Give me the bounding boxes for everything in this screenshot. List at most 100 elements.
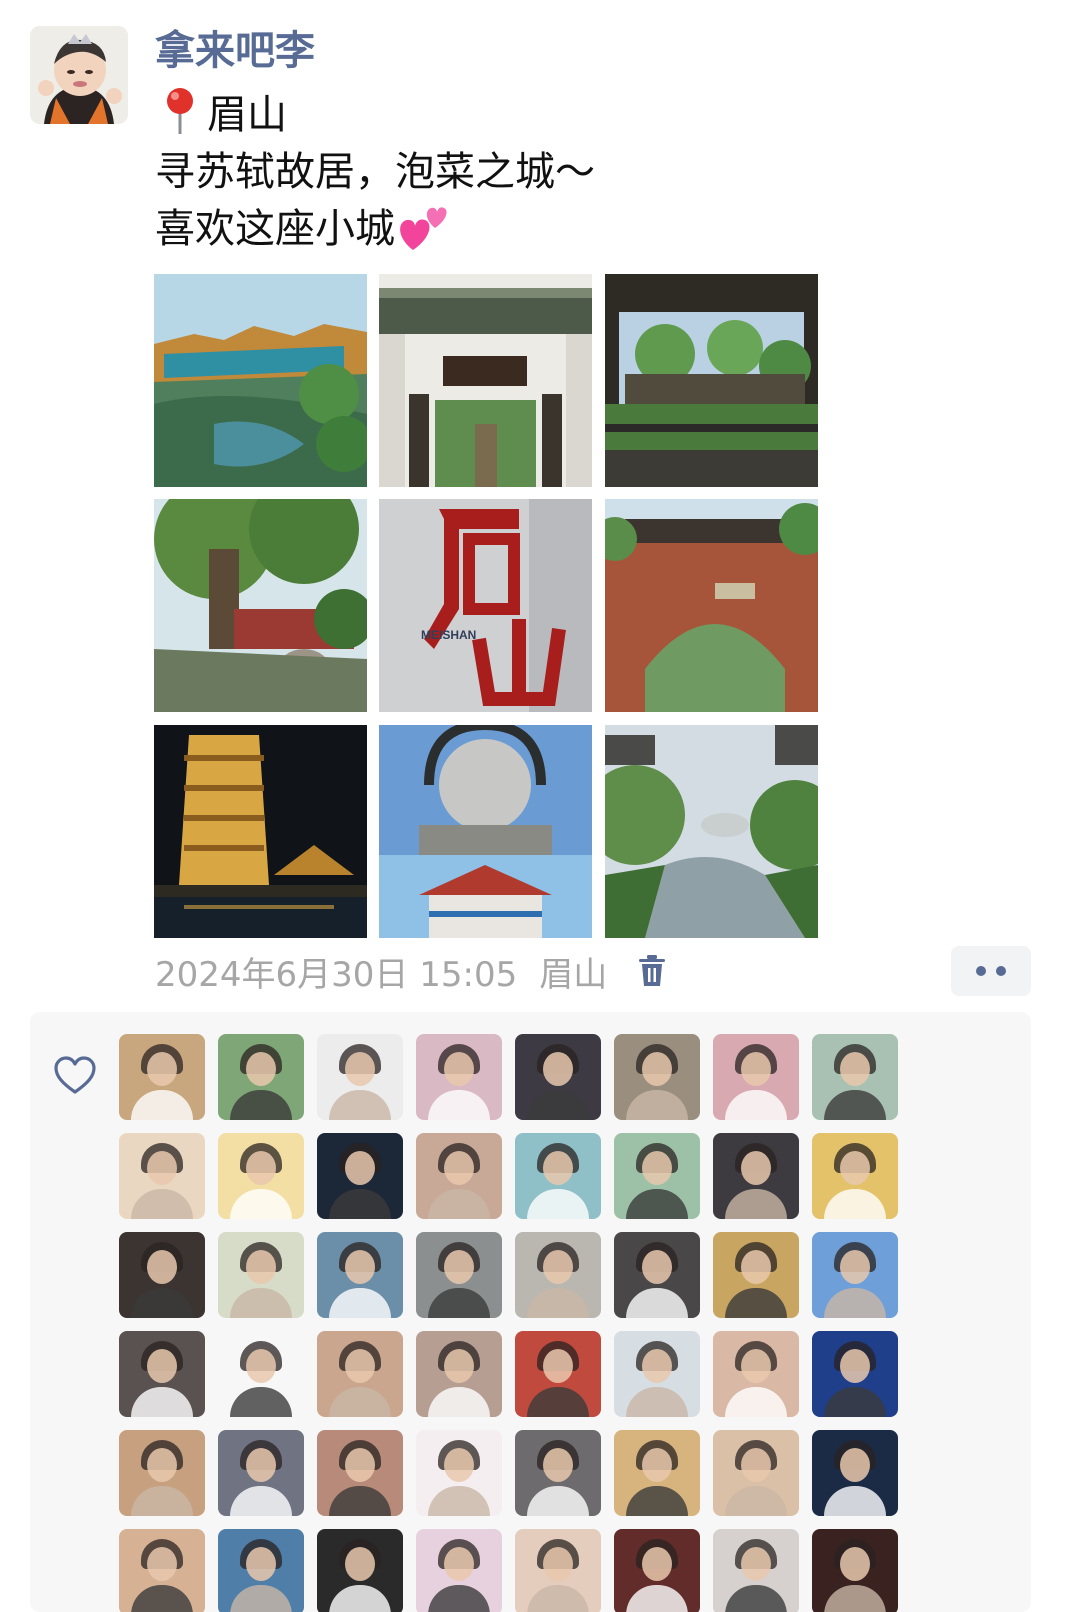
photo-3-image <box>605 274 818 487</box>
photo-3[interactable] <box>605 274 818 487</box>
liker-avatar[interactable] <box>218 1133 304 1219</box>
avatar-figure-body <box>824 1387 886 1417</box>
liker-avatar[interactable] <box>812 1232 898 1318</box>
photo-5-image: MEISHAN <box>379 499 592 712</box>
avatar-figure-body <box>329 1486 391 1516</box>
avatar-figure-face <box>741 1151 771 1185</box>
svg-text:MEISHAN: MEISHAN <box>421 628 476 642</box>
photo-7[interactable] <box>154 725 367 938</box>
avatar-figure-face <box>345 1151 375 1185</box>
liker-avatar[interactable] <box>614 1430 700 1516</box>
liker-avatar[interactable] <box>614 1529 700 1612</box>
liker-avatar[interactable] <box>317 1133 403 1219</box>
heart-outline-icon <box>54 1056 96 1094</box>
avatar-figure-face <box>840 1151 870 1185</box>
liker-avatar[interactable] <box>515 1430 601 1516</box>
avatar-figure-face <box>345 1349 375 1383</box>
photo-8[interactable] <box>379 725 592 938</box>
location-text: 眉山 <box>207 92 287 138</box>
avatar-figure-body <box>626 1486 688 1516</box>
avatar-image <box>30 26 128 124</box>
post-location[interactable]: 眉山 <box>539 947 607 996</box>
avatar-figure-body <box>725 1090 787 1120</box>
photo-1-image <box>154 274 367 487</box>
liker-avatar[interactable] <box>515 1331 601 1417</box>
photo-4[interactable] <box>154 499 367 712</box>
photo-1[interactable] <box>154 274 367 487</box>
avatar-figure-face <box>543 1448 573 1482</box>
author-name[interactable]: 拿来吧李 <box>155 24 315 78</box>
liker-avatar[interactable] <box>119 1331 205 1417</box>
liker-avatar[interactable] <box>515 1133 601 1219</box>
liker-avatar[interactable] <box>713 1331 799 1417</box>
liker-avatar[interactable] <box>416 1133 502 1219</box>
avatar-figure-body <box>626 1189 688 1219</box>
liker-avatar[interactable] <box>317 1529 403 1612</box>
avatar-figure-face <box>147 1448 177 1482</box>
avatar-figure-face <box>642 1151 672 1185</box>
avatar-figure-face <box>840 1547 870 1581</box>
liker-avatar[interactable] <box>713 1034 799 1120</box>
avatar-figure-face <box>840 1250 870 1284</box>
liker-avatar[interactable] <box>812 1133 898 1219</box>
avatar-figure-body <box>824 1288 886 1318</box>
avatar[interactable] <box>30 26 128 124</box>
liker-avatar[interactable] <box>218 1034 304 1120</box>
liker-avatar[interactable] <box>119 1529 205 1612</box>
liker-avatar[interactable] <box>416 1529 502 1612</box>
liker-avatar[interactable] <box>317 1331 403 1417</box>
liker-avatar[interactable] <box>317 1034 403 1120</box>
liker-avatar[interactable] <box>218 1331 304 1417</box>
trash-icon[interactable] <box>637 954 667 988</box>
avatar-figure-face <box>642 1448 672 1482</box>
avatar-figure-body <box>824 1486 886 1516</box>
liker-avatar[interactable] <box>515 1529 601 1612</box>
liker-avatar[interactable] <box>812 1430 898 1516</box>
liker-avatar[interactable] <box>614 1034 700 1120</box>
avatar-figure-face <box>543 1250 573 1284</box>
liker-avatar[interactable] <box>218 1430 304 1516</box>
round-pushpin-icon <box>167 88 193 134</box>
liker-avatar[interactable] <box>119 1430 205 1516</box>
avatar-figure-body <box>329 1189 391 1219</box>
liker-avatar[interactable] <box>812 1529 898 1612</box>
avatar-figure-body <box>527 1486 589 1516</box>
avatar-figure-body <box>725 1189 787 1219</box>
liker-avatar[interactable] <box>317 1232 403 1318</box>
liker-avatar[interactable] <box>218 1232 304 1318</box>
post-meta: 2024年6月30日 15:05 眉山 <box>155 946 667 996</box>
liker-avatar[interactable] <box>119 1034 205 1120</box>
liker-avatar[interactable] <box>713 1529 799 1612</box>
liker-avatar[interactable] <box>812 1331 898 1417</box>
liker-avatar[interactable] <box>416 1331 502 1417</box>
liker-avatar[interactable] <box>119 1133 205 1219</box>
liker-avatar[interactable] <box>614 1232 700 1318</box>
liker-avatar[interactable] <box>713 1430 799 1516</box>
liker-avatar[interactable] <box>119 1232 205 1318</box>
avatar-figure-body <box>527 1288 589 1318</box>
photo-grid: MEISHAN <box>154 274 818 938</box>
liker-avatar[interactable] <box>515 1232 601 1318</box>
photo-6[interactable] <box>605 499 818 712</box>
avatar-figure-face <box>444 1052 474 1086</box>
liker-avatar[interactable] <box>515 1034 601 1120</box>
liker-avatar[interactable] <box>416 1034 502 1120</box>
avatar-figure-body <box>725 1288 787 1318</box>
avatar-figure-face <box>444 1547 474 1581</box>
avatar-figure-face <box>741 1349 771 1383</box>
photo-9[interactable] <box>605 725 818 938</box>
avatar-figure-face <box>444 1250 474 1284</box>
more-button[interactable] <box>951 946 1031 996</box>
liker-avatar[interactable] <box>614 1133 700 1219</box>
liker-avatar[interactable] <box>317 1430 403 1516</box>
liker-avatar[interactable] <box>713 1232 799 1318</box>
liker-avatar[interactable] <box>614 1331 700 1417</box>
liker-avatar[interactable] <box>713 1133 799 1219</box>
liker-avatar[interactable] <box>812 1034 898 1120</box>
liker-avatar[interactable] <box>218 1529 304 1612</box>
liker-avatar[interactable] <box>416 1430 502 1516</box>
avatar-figure-face <box>741 1052 771 1086</box>
photo-5[interactable]: MEISHAN <box>379 499 592 712</box>
photo-2[interactable] <box>379 274 592 487</box>
liker-avatar[interactable] <box>416 1232 502 1318</box>
